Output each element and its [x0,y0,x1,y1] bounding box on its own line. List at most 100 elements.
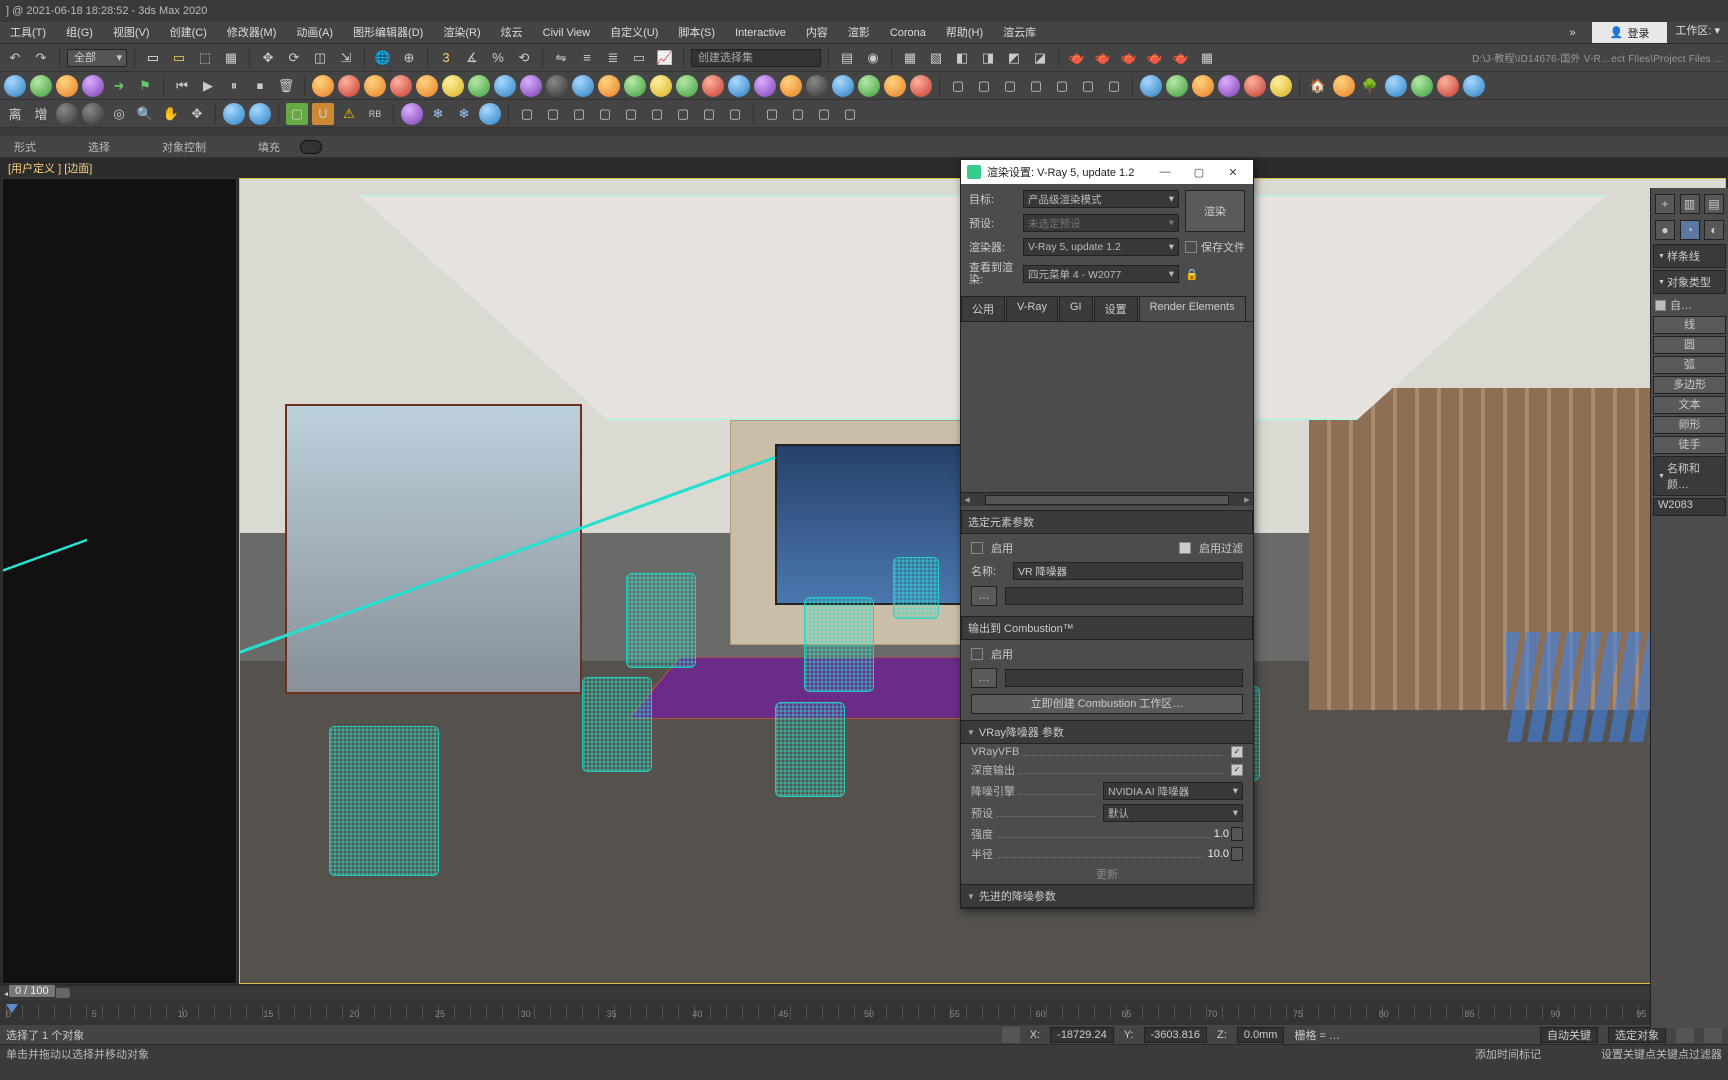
savefile-check[interactable] [1185,241,1197,253]
misc-c-icon[interactable]: ◧ [951,47,973,69]
menu-views[interactable]: 视图(V) [103,22,160,43]
flat-icon[interactable]: ▢ [973,75,995,97]
orb-icon[interactable] [30,75,52,97]
list-h-scroll[interactable]: ◂▸ [961,492,1253,506]
menu-customize[interactable]: 自定义(U) [600,22,668,43]
select-object-icon[interactable]: ▭ [142,47,164,69]
orb-icon[interactable] [780,75,802,97]
render-cloud-icon[interactable]: ▦ [1196,47,1218,69]
cmd-arc-btn[interactable]: 弧 [1653,356,1726,374]
enable-filter-check[interactable] [1179,542,1191,554]
dlg-view-select[interactable]: 四元菜单 4 - W2077▾ [1023,265,1179,283]
misc-e-icon[interactable]: ◩ [1003,47,1025,69]
create-panel-icon[interactable]: + [1655,194,1675,214]
lights-cat-icon[interactable]: ◐ [1704,220,1724,240]
orb-icon[interactable] [1166,75,1188,97]
enable-element-check[interactable] [971,542,983,554]
pause-icon[interactable]: ⏸ [223,75,245,97]
flat-icon[interactable]: ▢ [724,103,746,125]
cmd-ngon-btn[interactable]: 多边形 [1653,376,1726,394]
ribbon-icon[interactable]: ▭ [628,47,650,69]
mirror-icon[interactable]: ⇋ [550,47,572,69]
hierarchy-panel-icon[interactable]: ▤ [1704,194,1724,214]
tab-vray[interactable]: V-Ray [1006,296,1058,321]
menu-scripting[interactable]: 脚本(S) [668,22,725,43]
combust-enable-check[interactable] [971,648,983,660]
viewport-label[interactable]: [用户定义 ] [边面] [0,158,1728,176]
param-deep-check[interactable]: ✓ [1231,764,1243,776]
select-region-rect-icon[interactable]: ⬚ [194,47,216,69]
maximize-icon[interactable]: ▢ [1185,166,1213,179]
elem-browse-button[interactable]: … [971,586,997,606]
orb-icon[interactable] [806,75,828,97]
named-selection-set[interactable]: 创建选择集 [691,49,821,67]
orb-icon[interactable] [1244,75,1266,97]
autokey-check[interactable]: 自动关键 [1540,1027,1598,1043]
step-icon[interactable] [1704,1027,1722,1043]
tab-gi[interactable]: GI [1059,296,1093,321]
tab-common[interactable]: 公用 [961,296,1005,321]
menu-help[interactable]: 帮助(H) [936,22,993,43]
orb-icon[interactable] [754,75,776,97]
home-icon[interactable]: 🏠 [1307,75,1329,97]
goto-start-icon[interactable]: ⏮ [171,75,193,97]
orb-icon[interactable] [1437,75,1459,97]
orb-icon[interactable] [390,75,412,97]
flat-icon[interactable]: ▢ [787,103,809,125]
viewport-left[interactable] [2,178,237,984]
param-engine-select[interactable]: NVIDIA AI 降噪器▾ [1103,782,1243,800]
menu-corona[interactable]: Corona [880,22,936,43]
window-crossing-icon[interactable]: ▦ [220,47,242,69]
orb-icon[interactable] [494,75,516,97]
menu-create[interactable]: 创建(C) [160,22,217,43]
combust-create-button[interactable]: 立即创建 Combustion 工作区… [971,694,1243,714]
ribbon-tab[interactable]: 形式 [8,139,42,155]
orb-icon[interactable] [223,103,245,125]
flat-icon[interactable]: ▢ [999,75,1021,97]
snap-spinner-icon[interactable]: ⟲ [513,47,535,69]
name-color-rollout-header[interactable]: 名称和颜… [1653,456,1726,496]
snow-icon[interactable]: ❄ [427,103,449,125]
hand-icon[interactable]: ✋ [160,103,182,125]
flat-icon[interactable]: ▢ [646,103,668,125]
orb-icon[interactable] [676,75,698,97]
param-vfb-check[interactable]: ✓ [1231,746,1243,758]
orb-icon[interactable] [910,75,932,97]
play-icon[interactable]: ▶ [197,75,219,97]
lock-view-icon[interactable] [1185,268,1245,281]
dialog-titlebar[interactable]: 渲染设置: V-Ray 5, update 1.2 — ▢ ✕ [961,160,1253,184]
flat-icon[interactable]: ▢ [813,103,835,125]
render-button[interactable]: 渲染 [1185,190,1245,232]
cmd-text-btn[interactable]: 文本 [1653,396,1726,414]
render-frame-icon[interactable]: 🫖 [1092,47,1114,69]
misc-f-icon[interactable]: ◪ [1029,47,1051,69]
workspace-selector[interactable]: 工作区: ▾ [1667,22,1728,43]
dlg-renderer-select[interactable]: V-Ray 5, update 1.2▾ [1023,238,1179,256]
coord-x[interactable]: -18729.24 [1050,1027,1114,1043]
arrow-icon[interactable]: ➜ [108,75,130,97]
scale-icon[interactable]: ◫ [309,47,331,69]
menu-xuanyunku[interactable]: 渲云库 [993,22,1046,43]
menu-animation[interactable]: 动画(A) [286,22,343,43]
warn-icon[interactable]: ⚠ [338,103,360,125]
orb-icon[interactable] [401,103,423,125]
stop-icon[interactable]: ⏹ [249,75,271,97]
menu-grapheditors[interactable]: 图形编辑器(D) [343,22,433,43]
misc-b-icon[interactable]: ▧ [925,47,947,69]
render-setup-icon[interactable]: 🫖 [1066,47,1088,69]
orb-icon[interactable] [624,75,646,97]
render-active-icon[interactable]: 🫖 [1170,47,1192,69]
menu-rendering[interactable]: 渲染(R) [433,22,490,43]
advanced-denoise-header[interactable]: 先进的降噪参数 [961,884,1253,908]
ribbon-tab[interactable]: 填充 [252,139,286,155]
orb-icon[interactable] [520,75,542,97]
orb-icon[interactable] [650,75,672,97]
orb-icon[interactable] [56,75,78,97]
dlg-target-select[interactable]: 产品级渲染模式▾ [1023,190,1179,208]
target-icon[interactable]: ◎ [108,103,130,125]
undo-icon[interactable]: ↶ [4,47,26,69]
coord-z[interactable]: 0.0mm [1237,1027,1285,1043]
snap-3d-icon[interactable]: 3 [435,47,457,69]
modify-panel-icon[interactable]: ▥ [1680,194,1700,214]
param-preset-select[interactable]: 默认▾ [1103,804,1243,822]
